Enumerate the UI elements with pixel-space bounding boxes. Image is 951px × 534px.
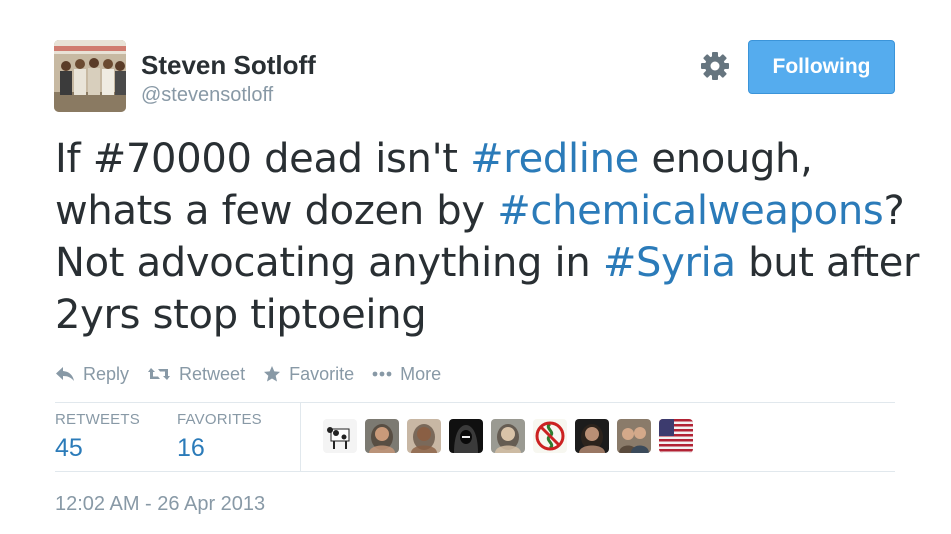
woman-avatar[interactable] <box>365 419 399 453</box>
tweet-text-segment: Not advocating anything in <box>55 240 603 286</box>
couple-avatar[interactable] <box>617 419 651 453</box>
retweet-label: Retweet <box>179 363 246 384</box>
tweet-line: whats a few dozen by #chemicalweapons? <box>55 185 915 237</box>
retweet-icon <box>147 366 171 382</box>
hooded-avatar[interactable] <box>449 419 483 453</box>
tweet-line: 2yrs stop tiptoeing <box>55 289 915 341</box>
tweet-text-segment: whats a few dozen by <box>55 188 498 234</box>
favorite-button[interactable]: Favorite <box>263 364 354 385</box>
tweet-text: If #70000 dead isn't #redline enough, wha… <box>55 133 919 341</box>
retweet-button[interactable]: Retweet <box>147 364 245 385</box>
divider <box>55 471 895 472</box>
divider <box>55 402 895 403</box>
no-snake-avatar[interactable] <box>533 419 567 453</box>
hashtag-link[interactable]: #redline <box>470 136 639 182</box>
hashtag-link[interactable]: #chemicalweapons <box>497 188 884 234</box>
divider <box>300 403 301 471</box>
gear-icon[interactable] <box>699 50 731 82</box>
us-flag-avatar[interactable] <box>659 419 693 453</box>
tweet-text-segment: ? <box>883 188 905 234</box>
ellipsis-icon <box>372 370 392 378</box>
woman-avatar[interactable] <box>491 419 525 453</box>
more-button[interactable]: More <box>372 364 441 385</box>
more-label: More <box>400 363 442 384</box>
tweet-timestamp[interactable]: 12:02 AM - 26 Apr 2013 <box>55 493 265 516</box>
reply-button[interactable]: Reply <box>55 364 129 385</box>
tweet-actions: Reply Retweet Favorite More <box>55 360 459 388</box>
favorites-label: FAVORITES <box>177 411 262 428</box>
hashtag-link[interactable]: #Syria <box>603 240 736 286</box>
profile-avatar[interactable] <box>54 40 126 112</box>
favorites-stat[interactable]: FAVORITES 16 <box>177 411 262 463</box>
star-icon <box>263 365 281 383</box>
retweets-label: RETWEETS <box>55 411 140 428</box>
tweet-text-segment: enough, <box>638 136 813 182</box>
tweet-text-segment: If #70000 dead isn't <box>55 136 471 182</box>
tweet-line: If #70000 dead isn't #redline enough, <box>55 133 915 185</box>
user-handle[interactable]: @stevensotloff <box>141 84 273 107</box>
woman-avatar[interactable] <box>407 419 441 453</box>
woman-avatar[interactable] <box>575 419 609 453</box>
cow-avatar[interactable] <box>323 419 357 453</box>
following-button[interactable]: Following <box>748 40 895 94</box>
tweet-line: Not advocating anything in #Syria but af… <box>55 237 919 289</box>
tweet-text-segment: 2yrs stop tiptoeing <box>55 292 427 338</box>
reply-icon <box>55 366 75 382</box>
favorites-count: 16 <box>177 434 205 462</box>
reply-label: Reply <box>83 363 130 384</box>
retweets-stat[interactable]: RETWEETS 45 <box>55 411 140 463</box>
favorite-label: Favorite <box>289 363 355 384</box>
tweet-text-segment: but after <box>735 240 920 286</box>
user-name[interactable]: Steven Sotloff <box>141 50 316 81</box>
retweets-count: 45 <box>55 434 83 462</box>
favoriters-list <box>323 419 701 453</box>
